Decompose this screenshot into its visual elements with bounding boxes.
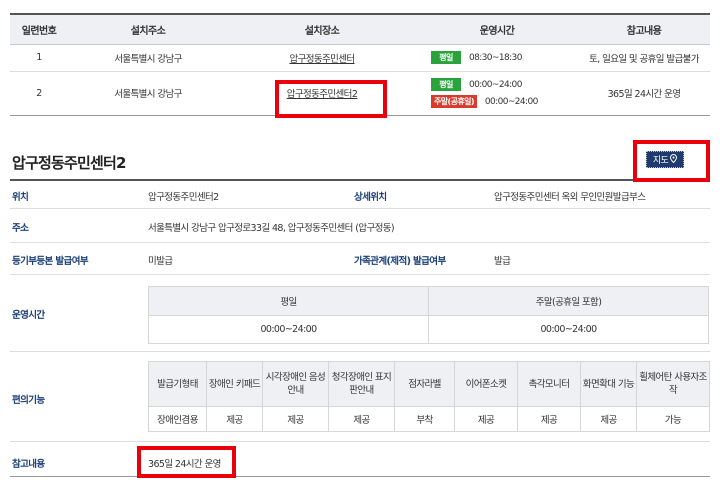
weekday-hours: 08:30~18:30 [469,52,522,63]
info-row-note: 참고내용 365일 24시간 운영 [10,442,710,477]
highlight-box [275,80,387,118]
feature-header: 발급기형태 [148,361,207,407]
hours-value-weekend: 00:00~24:00 [428,315,709,344]
feature-header: 장애인 키패드 [206,361,263,407]
highlight-box [633,140,710,182]
feature-value: 제공 [454,406,518,432]
feature-header: 점자라벨 [394,361,455,407]
location-value: 압구정동주민센터2 [148,192,219,203]
feature-value: 장애인겸용 [148,406,207,432]
install-address: 서울특별시 강남구 [68,71,228,116]
feature-value: 가능 [636,406,710,432]
features-label: 편의기능 [12,395,45,406]
feature-value: 제공 [328,406,395,432]
note-cell: 토, 일요일 및 공휴일 발급불가 [578,44,710,72]
weekend-hours: 00:00~24:00 [484,96,538,107]
hours-value-weekday: 00:00~24:00 [148,315,429,344]
hours-header-weekday: 평일 [148,286,429,316]
location-label: 위치 [12,192,29,203]
table-row: 1 서울특별시 강남구 압구정동주민센터 평일 08:30~18:30 토, 일요… [10,44,710,72]
feature-header: 이어폰소켓 [454,361,518,407]
note-cell: 365일 24시간 운영 [578,71,710,116]
hours-header-weekend: 주말(공휴일 포함) [428,286,709,316]
install-address: 서울특별시 강남구 [68,44,228,72]
note-label: 참고내용 [12,459,45,470]
info-row-address: 주소 서울특별시 강남구 압구정로33길 48, 압구정동주민센터 (압구정동) [10,209,710,243]
detail-location-label: 상세위치 [354,192,387,203]
column-header: 설치주소 [68,13,228,45]
address-value: 서울특별시 강남구 압구정로33길 48, 압구정동주민센터 (압구정동) [148,223,395,234]
column-header: 참고내용 [578,13,710,45]
detail-location-value: 압구정동주민센터 옥외 무인민원발급부스 [494,192,646,203]
column-header: 일련번호 [10,13,68,45]
hours-cell: 평일 00:00~24:00 주말(공휴일) 00:00~24:00 [416,71,578,116]
weekday-badge: 평일 [431,51,461,64]
feature-header: 휠체어탄 사용자조작 [636,361,710,407]
detail-title: 압구정동주민센터2 [12,154,126,172]
feature-header: 화면확대 기능 [580,361,637,407]
weekday-badge: 평일 [431,78,461,91]
family-label: 가족관계(제적) 발급여부 [354,256,446,267]
feature-header: 청각장애인 표지판안내 [328,361,395,407]
highlight-box [137,446,236,478]
table-header-row: 일련번호 설치주소 설치장소 운영시간 참고내용 [10,13,710,45]
feature-value: 부착 [394,406,455,432]
feature-value: 제공 [580,406,637,432]
address-label: 주소 [12,223,29,234]
hours-table: 평일 주말(공휴일 포함) 00:00~24:00 00:00~24:00 [148,286,709,344]
install-place-link[interactable]: 압구정동주민센터 [289,54,355,65]
register-label: 등기부등본 발급여부 [12,256,89,267]
column-header: 운영시간 [416,13,578,45]
hours-label: 운영시간 [12,310,45,321]
install-place-cell: 압구정동주민센터 [228,44,416,72]
features-table: 발급기형태 장애인 키패드 시각장애인 음성안내 청각장애인 표지판안내 점자라… [148,361,710,432]
info-row-issuance: 등기부등본 발급여부 미발급 가족관계(제적) 발급여부 발급 [10,243,710,275]
column-header: 설치장소 [228,13,416,45]
serial-number: 2 [10,71,68,116]
family-value: 발급 [494,256,511,267]
feature-header: 시각장애인 음성안내 [262,361,329,407]
weekend-badge: 주말(공휴일) [431,95,477,108]
serial-number: 1 [10,44,68,72]
feature-value: 제공 [206,406,263,432]
register-value: 미발급 [148,256,173,267]
hours-cell: 평일 08:30~18:30 [416,44,578,72]
weekday-hours: 00:00~24:00 [469,79,522,90]
feature-header: 촉각모니터 [517,361,581,407]
feature-value: 제공 [262,406,329,432]
feature-value: 제공 [517,406,581,432]
info-row-location: 위치 압구정동주민센터2 상세위치 압구정동주민센터 옥외 무인민원발급부스 [10,179,710,209]
